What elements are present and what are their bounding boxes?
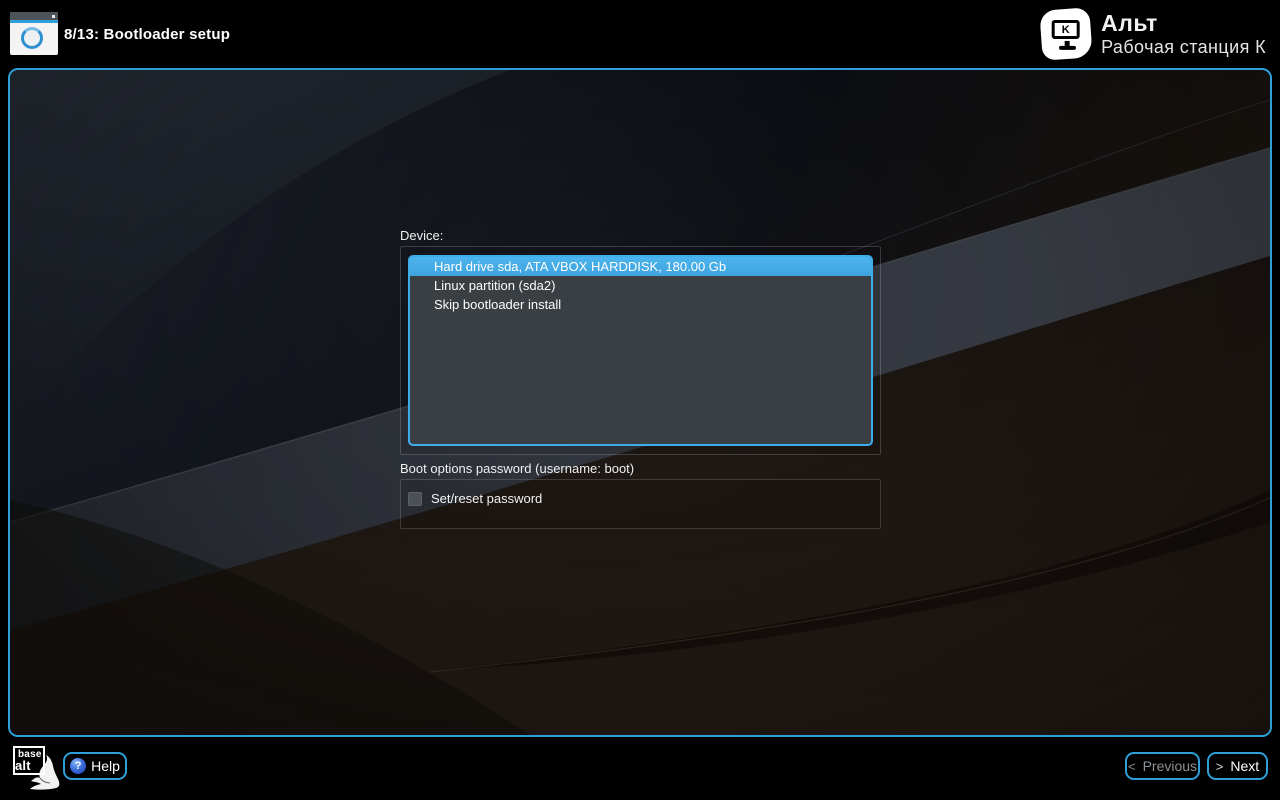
brand-name: Альт bbox=[1101, 10, 1158, 36]
brand-edition: Рабочая станция К bbox=[1101, 37, 1266, 57]
boot-password-panel: Set/reset password bbox=[400, 479, 881, 529]
device-option-hard-drive[interactable]: Hard drive sda, ATA VBOX HARDDISK, 180.0… bbox=[410, 257, 871, 276]
page-title: 8/13: Bootloader setup bbox=[64, 25, 231, 43]
next-button-label: Next bbox=[1230, 758, 1260, 774]
installer-window-icon bbox=[10, 12, 58, 55]
set-reset-password-label: Set/reset password bbox=[431, 491, 543, 506]
window-icon-accent bbox=[10, 20, 58, 23]
footer-bar: base alt ? Help < Previous > Next bbox=[0, 737, 1280, 800]
walrus-icon bbox=[30, 755, 60, 790]
help-button-label: Help bbox=[91, 758, 120, 774]
chevron-left-icon: < bbox=[1127, 758, 1136, 774]
window-icon-spinner bbox=[21, 27, 43, 49]
set-reset-password-row[interactable]: Set/reset password bbox=[408, 491, 542, 506]
next-button[interactable]: > Next bbox=[1207, 752, 1268, 780]
boot-password-section-label: Boot options password (username: boot) bbox=[400, 461, 635, 476]
brand-logo: K Альт Рабочая станция К bbox=[1039, 0, 1266, 68]
installer-content-area: Device: Hard drive sda, ATA VBOX HARDDIS… bbox=[8, 68, 1272, 737]
help-button[interactable]: ? Help bbox=[63, 752, 127, 780]
device-panel: Hard drive sda, ATA VBOX HARDDISK, 180.0… bbox=[400, 246, 881, 455]
device-option-linux-partition[interactable]: Linux partition (sda2) bbox=[410, 276, 871, 295]
help-question-icon: ? bbox=[70, 758, 87, 774]
device-option-skip-install[interactable]: Skip bootloader install bbox=[410, 295, 871, 314]
set-reset-password-checkbox[interactable] bbox=[408, 491, 422, 506]
previous-button[interactable]: < Previous bbox=[1125, 752, 1200, 780]
window-icon-titlebar bbox=[10, 12, 58, 20]
previous-button-label: Previous bbox=[1142, 758, 1198, 774]
basealt-logo: base alt bbox=[10, 743, 60, 793]
device-listbox[interactable]: Hard drive sda, ATA VBOX HARDDISK, 180.0… bbox=[408, 255, 873, 446]
header-bar: 8/13: Bootloader setup K Альт Рабочая ст… bbox=[0, 0, 1280, 68]
alt-k-monitor-icon: K bbox=[1039, 7, 1093, 61]
chevron-right-icon: > bbox=[1215, 758, 1224, 774]
device-section-label: Device: bbox=[400, 228, 444, 243]
